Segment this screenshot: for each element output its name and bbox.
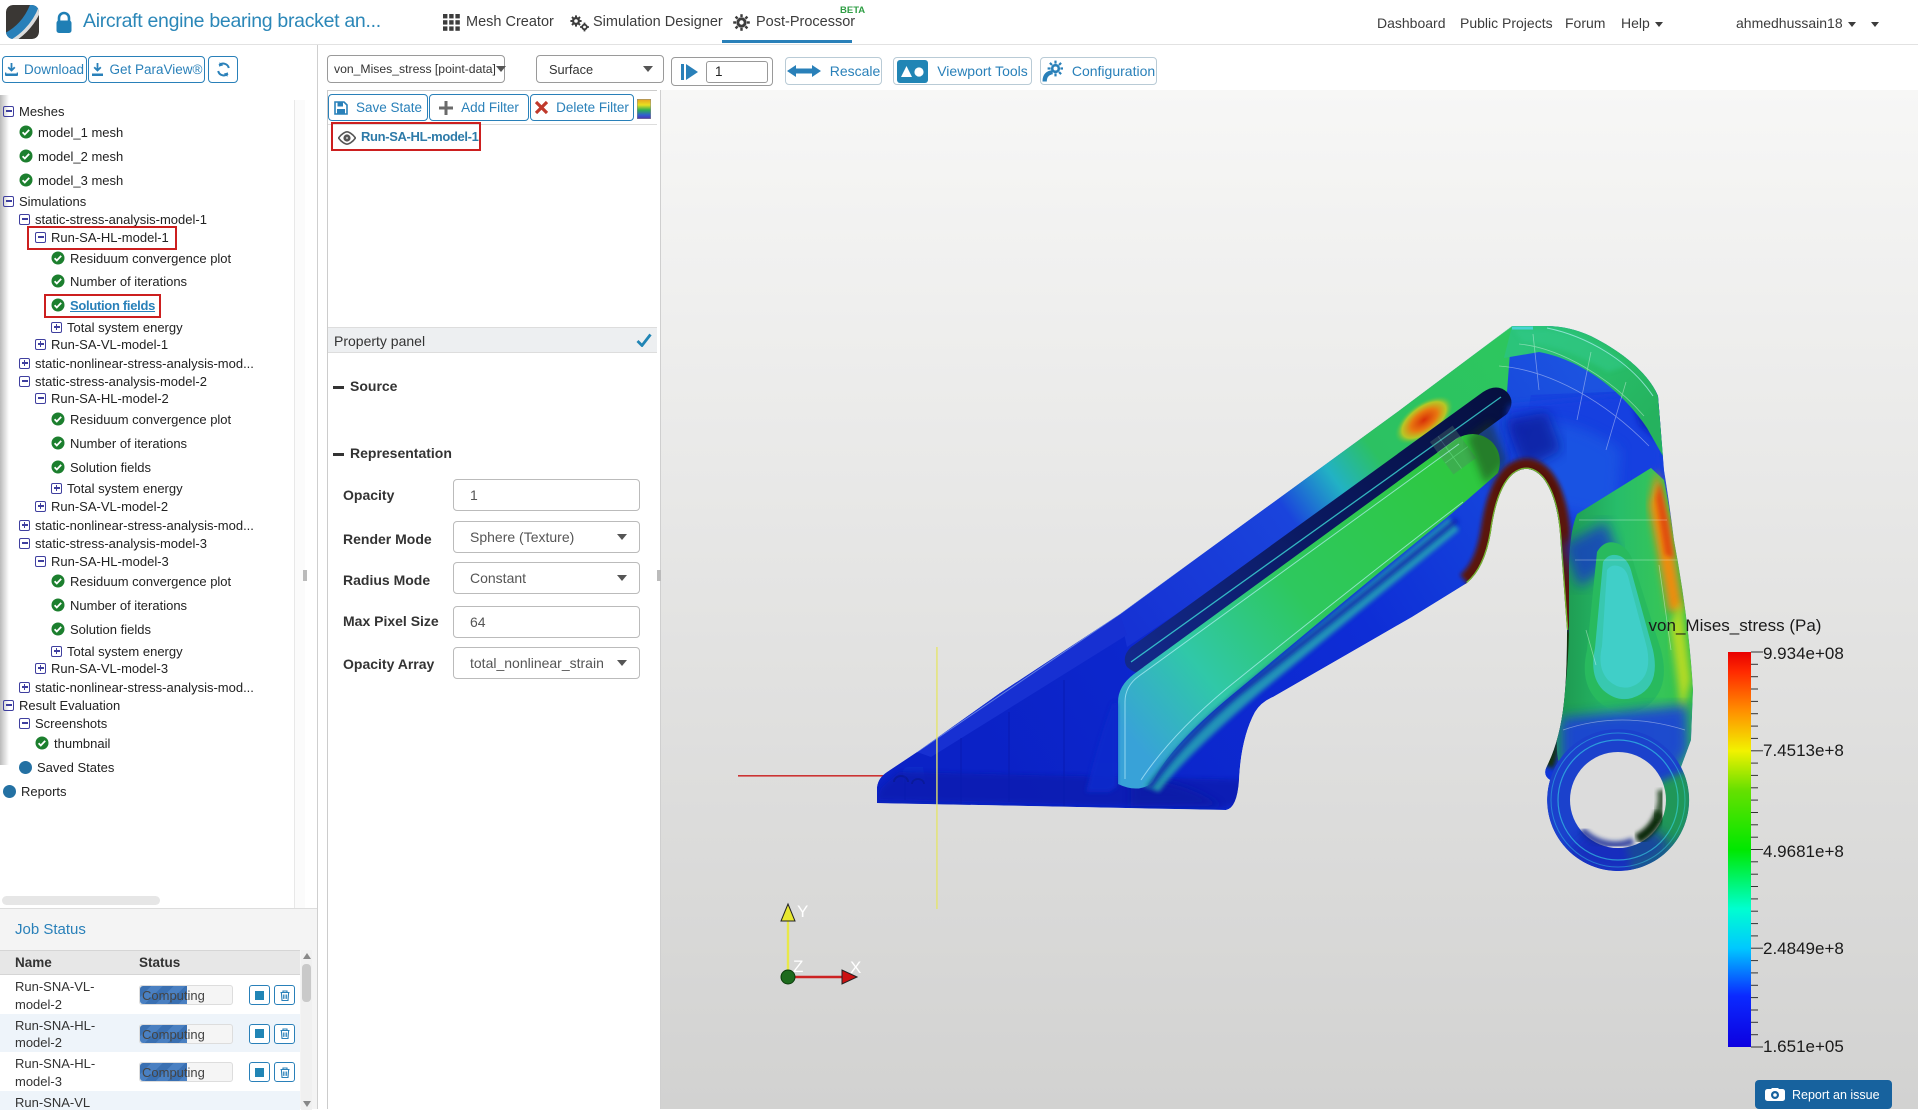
svg-text:4.9681e+8: 4.9681e+8 bbox=[1763, 842, 1844, 861]
svg-text:1.651e+05: 1.651e+05 bbox=[1763, 1037, 1844, 1056]
svg-text:X: X bbox=[850, 958, 861, 977]
svg-text:9.934e+08: 9.934e+08 bbox=[1763, 644, 1844, 663]
svg-text:2.4849e+8: 2.4849e+8 bbox=[1763, 939, 1844, 958]
svg-text:7.4513e+8: 7.4513e+8 bbox=[1763, 741, 1844, 760]
svg-text:Y: Y bbox=[797, 902, 808, 921]
svg-text:von_Mises_stress (Pa): von_Mises_stress (Pa) bbox=[1649, 616, 1822, 635]
svg-text:Z: Z bbox=[793, 957, 803, 976]
